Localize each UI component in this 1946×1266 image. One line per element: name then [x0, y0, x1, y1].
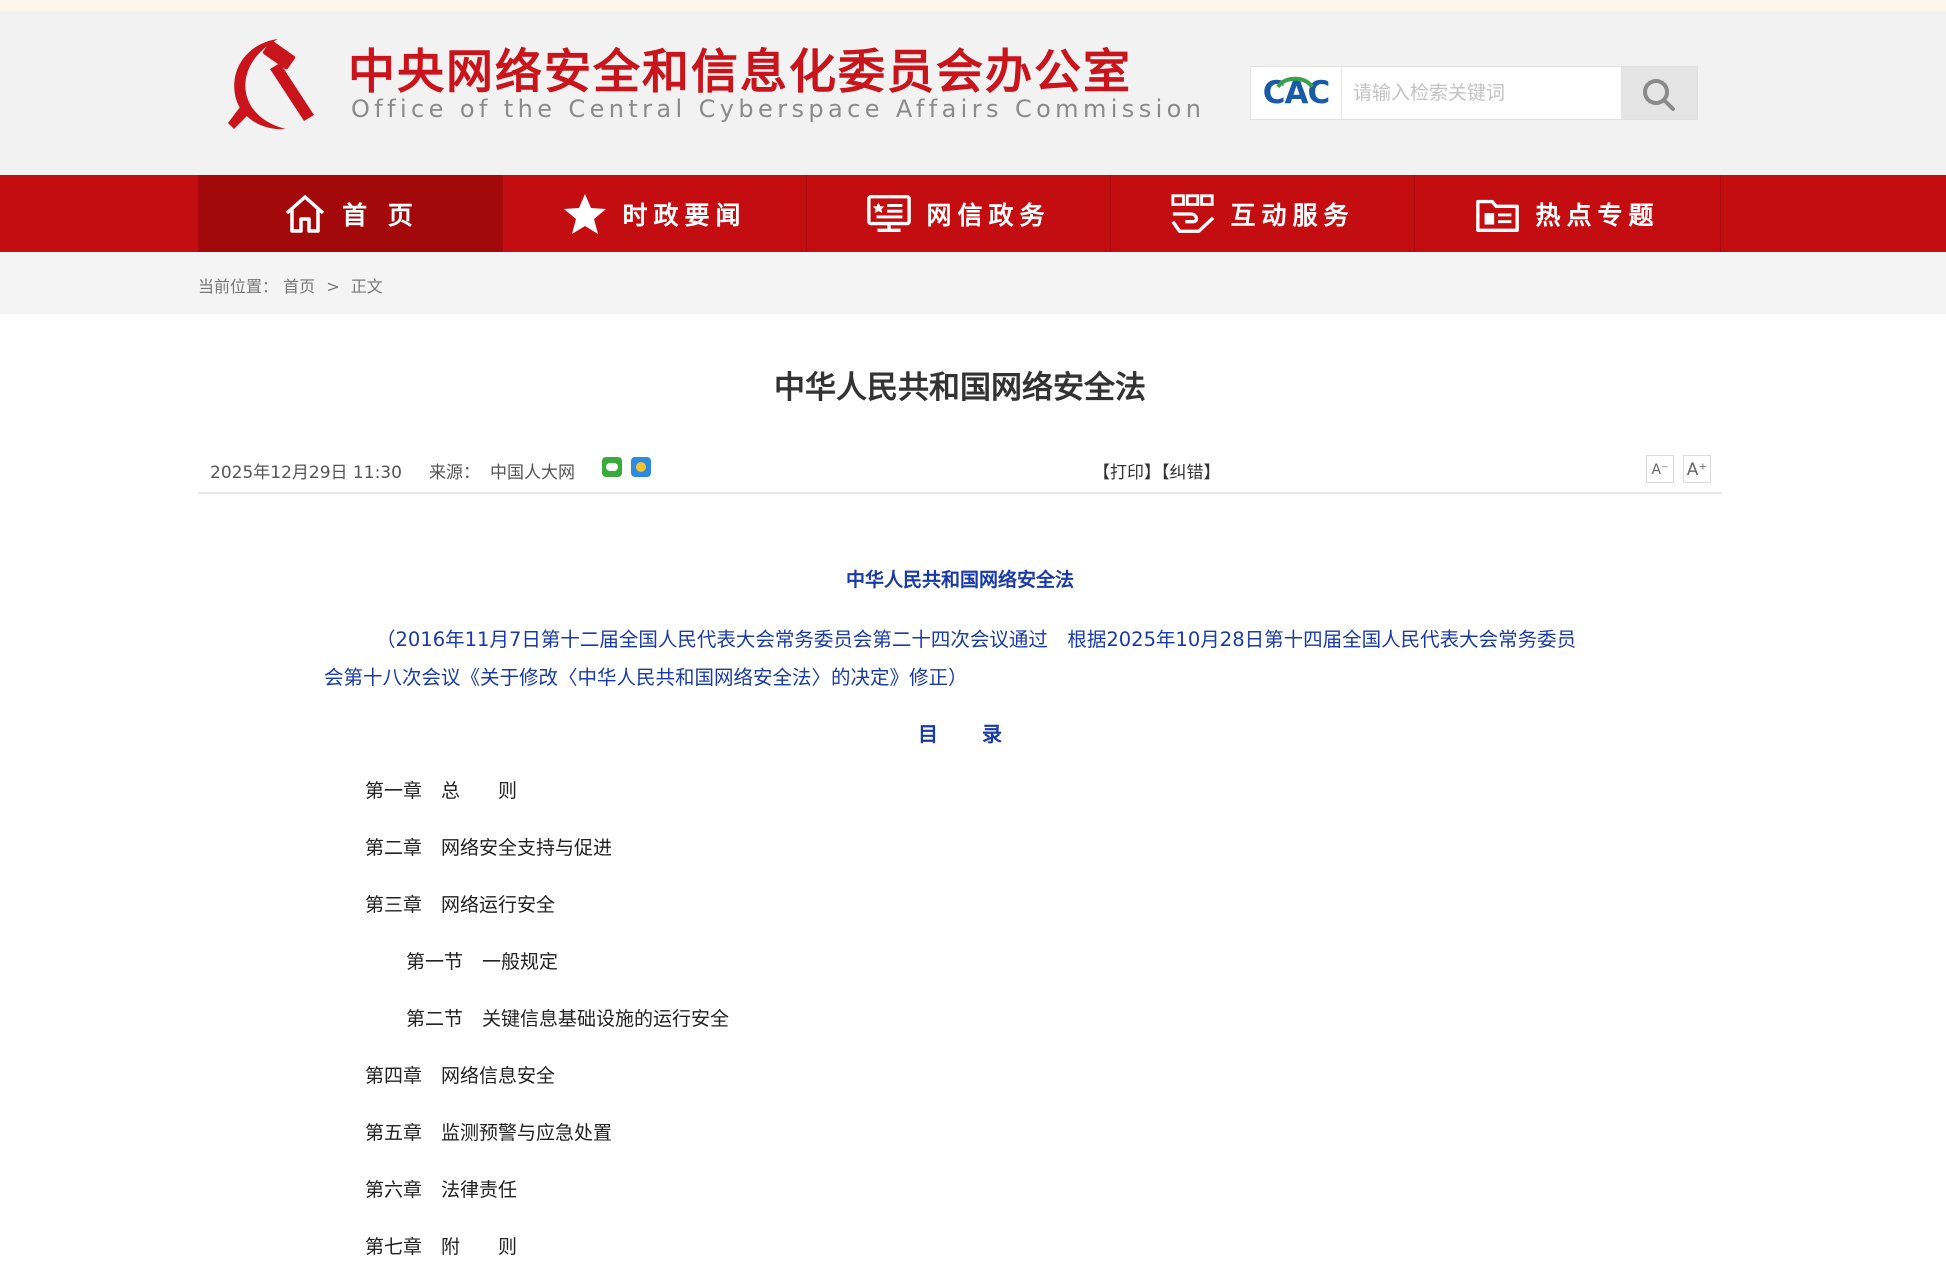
- party-emblem-icon: [228, 39, 314, 130]
- toc-item: 第四章 网络信息安全: [365, 1065, 556, 1087]
- publish-date: 2025年12月29日 11:30: [210, 463, 402, 483]
- nav-label: 首 页: [342, 200, 419, 230]
- breadcrumb-label: 当前位置：: [198, 277, 279, 296]
- search-icon: [1643, 79, 1675, 111]
- article-title: 中华人民共和国网络安全法: [774, 370, 1146, 406]
- nav-item-home[interactable]: 首 页: [198, 175, 502, 252]
- main-nav: 首 页 时政要闻 网信政务 互动服务 热点专题: [0, 175, 1946, 252]
- cac-logo: CAC: [1251, 67, 1342, 119]
- toc-item: 第五章 监测预警与应急处置: [365, 1122, 613, 1144]
- top-strip: [0, 0, 1946, 11]
- home-icon: [282, 191, 328, 237]
- preamble: （2016年11月7日第十二届全国人民代表大会常务委员会第二十四次会议通过 根据…: [324, 621, 1624, 697]
- nav-label: 互动服务: [1230, 200, 1355, 230]
- toc-item: 第三章 网络运行安全: [365, 894, 556, 916]
- interaction-icon: [1170, 191, 1216, 237]
- breadcrumb-home-link[interactable]: 首页: [283, 277, 315, 296]
- toc-item: 第二节 关键信息基础设施的运行安全: [406, 1008, 730, 1030]
- toc-item: 第二章 网络安全支持与促进: [365, 837, 613, 859]
- nav-label: 网信政务: [926, 200, 1051, 230]
- toc-item: 第一章 总 则: [365, 780, 518, 802]
- logo-arc-icon: [1276, 76, 1314, 88]
- nav-item-interaction[interactable]: 互动服务: [1110, 175, 1414, 252]
- preamble-line-2: 会第十八次会议《关于修改〈中华人民共和国网络安全法〉的决定》修正）: [324, 666, 968, 689]
- toc-item: 第六章 法律责任: [365, 1179, 518, 1201]
- nav-item-government[interactable]: 网信政务: [806, 175, 1110, 252]
- print-correction-links[interactable]: 【打印】【纠错】: [1093, 458, 1221, 483]
- toc-heading: 目录: [918, 722, 1046, 746]
- breadcrumb-trail: 当前位置： 首页 > 正文: [198, 273, 383, 297]
- font-decrease-button[interactable]: A⁻: [1646, 455, 1674, 483]
- toc-item: 第七章 附 则: [365, 1236, 518, 1258]
- toc-item: 第一节 一般规定: [406, 951, 559, 973]
- monitor-icon: [866, 191, 912, 237]
- wechat-share-icon[interactable]: [602, 457, 622, 477]
- nav-item-topics[interactable]: 热点专题: [1414, 175, 1720, 252]
- preamble-line-1: （2016年11月7日第十二届全国人民代表大会常务委员会第二十四次会议通过 根据…: [376, 628, 1577, 651]
- font-increase-button[interactable]: A⁺: [1683, 455, 1711, 483]
- site-title-en: Office of the Central Cyberspace Affairs…: [351, 95, 1206, 123]
- nav-label: 时政要闻: [622, 200, 747, 230]
- site-title-cn: 中央网络安全和信息化委员会办公室: [348, 45, 1132, 100]
- search-button[interactable]: [1621, 67, 1697, 119]
- nav-item-news[interactable]: 时政要闻: [502, 175, 806, 252]
- document-title: 中华人民共和国网络安全法: [845, 569, 1074, 591]
- search-box: CAC: [1250, 66, 1698, 120]
- star-icon: [562, 191, 608, 237]
- nav-divider: [1720, 175, 1721, 252]
- site-header: 中央网络安全和信息化委员会办公室 Office of the Central C…: [0, 11, 1946, 175]
- folder-icon: [1475, 191, 1521, 237]
- breadcrumb-current: 正文: [350, 277, 383, 296]
- nav-label: 热点专题: [1535, 200, 1660, 230]
- source-name: 中国人大网: [490, 463, 575, 483]
- qzone-share-icon[interactable]: [631, 457, 651, 477]
- search-input[interactable]: [1351, 77, 1605, 109]
- breadcrumb-separator: >: [326, 277, 340, 296]
- source-label: 来源：: [429, 463, 480, 483]
- breadcrumb: 当前位置： 首页 > 正文: [0, 252, 1946, 314]
- article-meta: 2025年12月29日 11:30 来源： 中国人大网 【打印】【纠错】 A⁻ …: [198, 452, 1722, 494]
